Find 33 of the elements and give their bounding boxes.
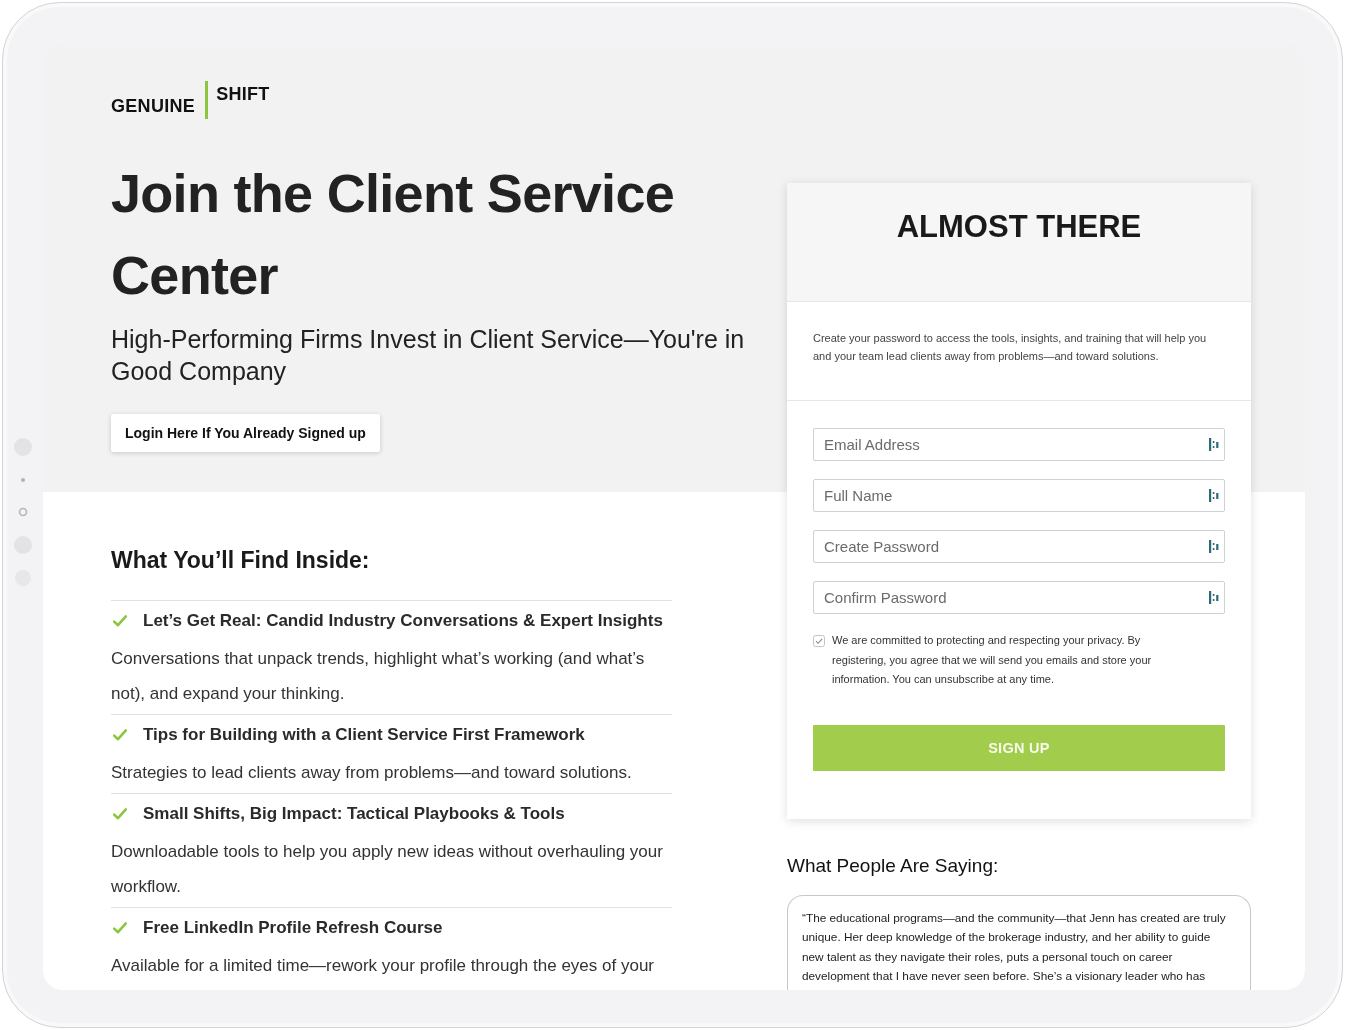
feature-title: Let’s Get Real: Candid Industry Conversations & Expert Insights <box>143 611 663 631</box>
feature-title: Small Shifts, Big Impact: Tactical Playbooks & Tools <box>143 804 565 824</box>
consent-text: We are committed to protecting and respecting your privacy. By registering, you agree that we will send you emails and store your information. You can unsubscribe at any time. <box>832 633 1153 687</box>
input-field[interactable]: Create Password <box>813 530 1225 563</box>
input-field[interactable]: Full Name <box>813 479 1225 512</box>
feature-description: Strategies to lead clients away from problems—and toward solutions. <box>111 762 633 784</box>
form-title: ALMOST THERE <box>895 209 1143 245</box>
bracket-dots-icon[interactable] <box>1209 438 1219 451</box>
feature-title: Free LinkedIn Profile Refresh Course <box>143 918 443 938</box>
page-subtitle: High-Performing Firms Invest in Client Service—You're in Good Company <box>111 324 746 387</box>
testimonial-text: “The educational programs—and the community—that Jenn has created are truly unique. Her deep knowledge of the brokerage industry, and her ability to guide new talent as they navigate their roles, puts a personal touch on career development that I have never seen before. She’s a visionary leader who has <box>802 909 1227 985</box>
feature-description: Downloadable tools to help you apply new ideas without overhauling your workflow. <box>111 841 664 898</box>
input-field[interactable]: Confirm Password <box>813 581 1225 614</box>
check-icon <box>113 922 127 934</box>
logo-text: GENUINE <box>111 96 196 116</box>
page-title: Join the Client Service Center <box>111 162 676 307</box>
sensor-dots-icon <box>13 437 33 587</box>
login-button[interactable]: Login Here If You Already Signed up <box>111 414 380 452</box>
bracket-dots-icon[interactable] <box>1209 591 1219 604</box>
bracket-dots-icon[interactable] <box>1209 540 1219 553</box>
input-field[interactable]: Email Address <box>813 428 1225 461</box>
logo-text: SHIFT <box>216 84 270 104</box>
feature-description: Conversations that unpack trends, highlight what’s working (and what’s not), and expand your thinking. <box>111 648 646 705</box>
check-icon <box>113 808 127 820</box>
form-intro: Create your password to access the tools, insights, and training that will help you and your team lead clients away from problems—and toward solutions. <box>813 331 1208 364</box>
feature-description: Available for a limited time—rework your profile through the eyes of your <box>111 955 655 977</box>
section-heading: What You’ll Find Inside: <box>111 546 371 575</box>
bracket-dots-icon[interactable] <box>1209 489 1219 502</box>
feature-title: Tips for Building with a Client Service First Framework <box>143 725 585 745</box>
check-icon <box>113 729 127 741</box>
check-icon <box>113 615 127 627</box>
section-heading: What People Are Saying: <box>787 853 1000 878</box>
consent-checkbox[interactable] <box>813 635 825 647</box>
